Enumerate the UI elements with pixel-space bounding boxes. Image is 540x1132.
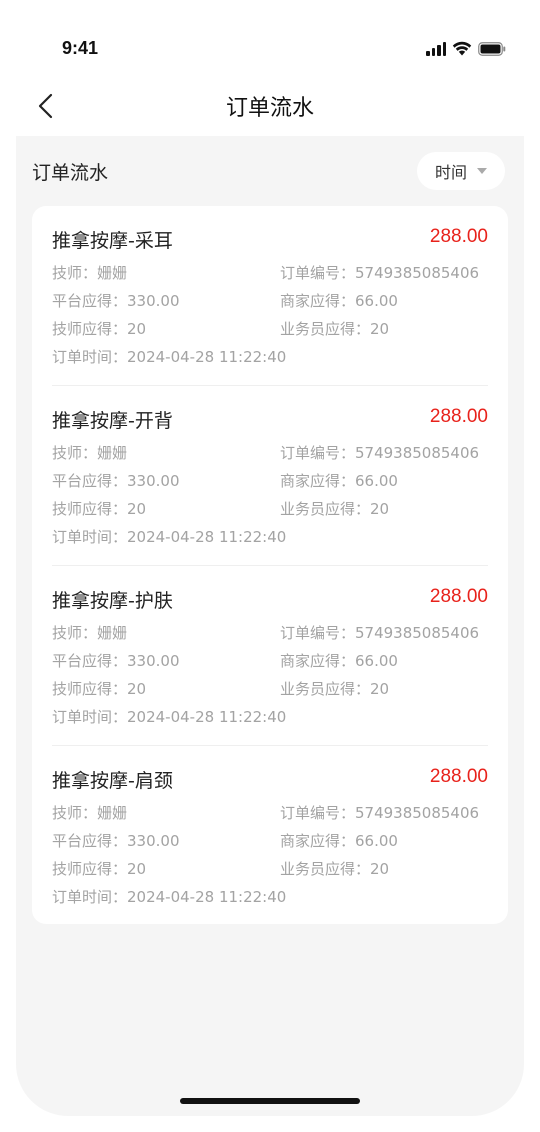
phone-screen: 9:41 订单流水 订单流水 时间 推拿按摩-采耳 288.00 技师：姗姗 订… xyxy=(16,0,524,1116)
merchant-due: 商家应得：66.00 xyxy=(280,292,398,310)
order-amount: 288.00 xyxy=(429,406,488,427)
order-divider xyxy=(52,565,488,566)
merchant-due: 商家应得：66.00 xyxy=(280,472,398,490)
order-amount: 288.00 xyxy=(429,586,488,607)
order-service-name: 推拿按摩-护肤 xyxy=(52,590,173,612)
top-bar: 9:41 订单流水 xyxy=(16,0,524,136)
signal-icon xyxy=(426,42,446,56)
merchant-due: 商家应得：66.00 xyxy=(280,832,398,850)
home-indicator xyxy=(180,1098,360,1104)
order-item[interactable]: 推拿按摩-采耳 288.00 技师：姗姗 订单编号：5749385085406 … xyxy=(52,226,488,386)
order-time: 订单时间：2024-04-28 11:22:40 xyxy=(52,348,287,366)
technician-name: 技师：姗姗 xyxy=(52,444,128,462)
order-time: 订单时间：2024-04-28 11:22:40 xyxy=(52,708,287,726)
order-number: 订单编号：5749385085406 xyxy=(280,444,480,462)
order-divider xyxy=(52,745,488,746)
salesman-due: 业务员应得：20 xyxy=(280,500,390,518)
order-item[interactable]: 推拿按摩-肩颈 288.00 技师：姗姗 订单编号：5749385085406 … xyxy=(52,766,488,926)
section-title: 订单流水 xyxy=(32,162,109,184)
time-filter-label: 时间 xyxy=(434,163,467,182)
technician-due: 技师应得：20 xyxy=(52,860,147,878)
technician-due: 技师应得：20 xyxy=(52,500,147,518)
order-service-name: 推拿按摩-肩颈 xyxy=(52,770,173,792)
technician-due: 技师应得：20 xyxy=(52,680,147,698)
battery-icon xyxy=(478,42,506,56)
platform-due: 平台应得：330.00 xyxy=(52,832,180,850)
platform-due: 平台应得：330.00 xyxy=(52,472,180,490)
technician-name: 技师：姗姗 xyxy=(52,804,128,822)
order-item[interactable]: 推拿按摩-护肤 288.00 技师：姗姗 订单编号：5749385085406 … xyxy=(52,586,488,746)
technician-name: 技师：姗姗 xyxy=(52,624,128,642)
time-filter-dropdown[interactable]: 时间 xyxy=(417,152,505,190)
caret-down-icon xyxy=(477,168,487,174)
order-number: 订单编号：5749385085406 xyxy=(280,804,480,822)
platform-due: 平台应得：330.00 xyxy=(52,292,180,310)
order-service-name: 推拿按摩-采耳 xyxy=(52,230,173,252)
order-amount: 288.00 xyxy=(429,226,488,247)
status-time: 9:41 xyxy=(62,38,99,58)
wifi-icon xyxy=(452,41,472,56)
order-item[interactable]: 推拿按摩-开背 288.00 技师：姗姗 订单编号：5749385085406 … xyxy=(52,406,488,566)
order-list-card: 推拿按摩-采耳 288.00 技师：姗姗 订单编号：5749385085406 … xyxy=(32,206,508,924)
navigation-bar: 订单流水 xyxy=(16,84,524,128)
order-time: 订单时间：2024-04-28 11:22:40 xyxy=(52,528,287,546)
order-number: 订单编号：5749385085406 xyxy=(280,264,480,282)
order-divider xyxy=(52,385,488,386)
technician-name: 技师：姗姗 xyxy=(52,264,128,282)
status-icons xyxy=(426,40,506,56)
order-time: 订单时间：2024-04-28 11:22:40 xyxy=(52,888,287,906)
salesman-due: 业务员应得：20 xyxy=(280,320,390,338)
technician-due: 技师应得：20 xyxy=(52,320,147,338)
merchant-due: 商家应得：66.00 xyxy=(280,652,398,670)
order-amount: 288.00 xyxy=(429,766,488,787)
salesman-due: 业务员应得：20 xyxy=(280,860,390,878)
salesman-due: 业务员应得：20 xyxy=(280,680,390,698)
order-service-name: 推拿按摩-开背 xyxy=(52,410,173,432)
order-number: 订单编号：5749385085406 xyxy=(280,624,480,642)
page-title: 订单流水 xyxy=(225,96,314,121)
platform-due: 平台应得：330.00 xyxy=(52,652,180,670)
